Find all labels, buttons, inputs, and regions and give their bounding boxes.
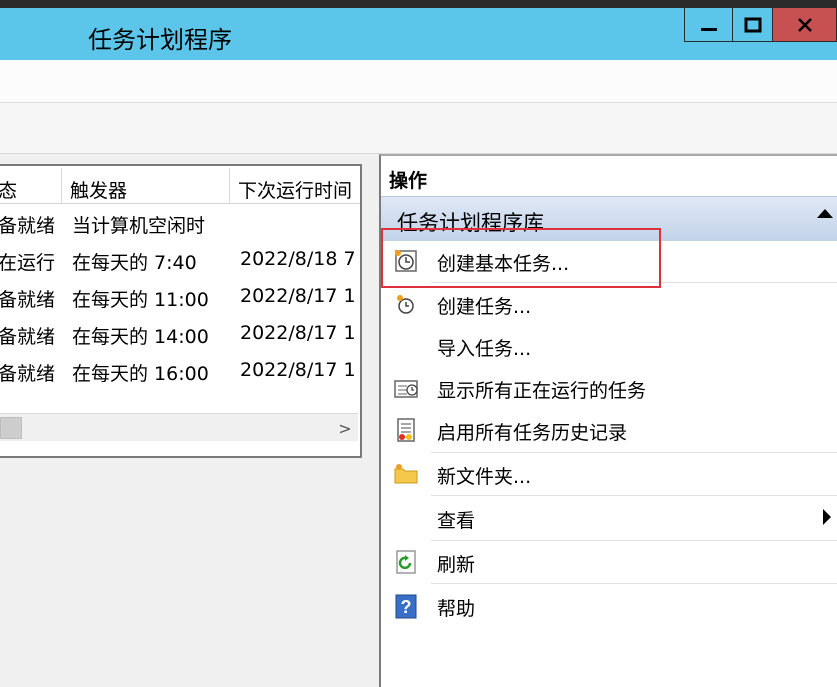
highlight-box xyxy=(381,228,661,288)
column-header-next-run[interactable]: 下次运行时间 xyxy=(230,168,360,204)
submenu-arrow-icon xyxy=(823,509,831,525)
toolbar xyxy=(0,103,837,154)
running-tasks-icon xyxy=(394,380,418,398)
action-label: 刷新 xyxy=(437,554,476,576)
task-status: 备就绪 xyxy=(0,326,56,348)
task-trigger: 在每天的 14:00 xyxy=(72,326,209,348)
task-next-run: 2022/8/18 7 xyxy=(240,248,356,270)
create-task-icon xyxy=(397,295,414,314)
task-status: 备就绪 xyxy=(0,363,56,385)
title-bar[interactable]: 任务计划程序 xyxy=(0,8,837,60)
table-row[interactable]: 备就绪 在每天的 11:00 2022/8/17 1 xyxy=(0,278,360,315)
close-button[interactable] xyxy=(772,8,837,42)
table-row[interactable]: 备就绪 在每天的 16:00 2022/8/17 1 xyxy=(0,352,360,389)
task-next-run: 2022/8/17 1 xyxy=(240,285,356,307)
horizontal-scrollbar[interactable]: > xyxy=(0,413,358,441)
actions-pane-title: 操作 xyxy=(389,170,428,192)
maximize-button[interactable] xyxy=(732,8,774,42)
table-row[interactable]: 备就绪 当计算机空闲时 xyxy=(0,204,360,241)
task-status: 在运行 xyxy=(0,252,56,274)
table-row[interactable]: 在运行 在每天的 7:40 2022/8/18 7 xyxy=(0,241,360,278)
action-new-folder[interactable]: 新文件夹... xyxy=(381,453,837,495)
help-icon: ? xyxy=(395,594,417,619)
action-refresh[interactable]: 刷新 xyxy=(381,541,837,583)
action-create-task[interactable]: 创建任务... xyxy=(381,283,837,325)
separator xyxy=(431,495,837,496)
action-label: 创建任务... xyxy=(437,296,532,318)
task-trigger: 在每天的 11:00 xyxy=(72,289,209,311)
action-label: 导入任务... xyxy=(437,338,532,360)
close-icon xyxy=(797,17,812,32)
window-title: 任务计划程序 xyxy=(88,26,232,54)
action-enable-history[interactable]: 启用所有任务历史记录 xyxy=(381,409,837,451)
action-help[interactable]: ? 帮助 xyxy=(381,585,837,627)
task-list[interactable]: 态 触发器 下次运行时间 备就绪 当计算机空闲时 在运行 在每天的 7:40 2… xyxy=(0,164,362,458)
action-label: 查看 xyxy=(437,510,476,532)
svg-text:?: ? xyxy=(401,597,412,617)
minimize-button[interactable] xyxy=(684,8,734,42)
column-header-status[interactable]: 态 xyxy=(0,168,62,204)
action-label: 新文件夹... xyxy=(437,466,532,488)
folder-icon xyxy=(394,464,418,484)
scrollbar-thumb[interactable] xyxy=(0,417,22,439)
task-status: 备就绪 xyxy=(0,289,56,311)
action-view[interactable]: 查看 xyxy=(381,497,837,539)
table-row[interactable]: 备就绪 在每天的 14:00 2022/8/17 1 xyxy=(0,315,360,352)
history-icon xyxy=(397,418,415,442)
collapse-arrow-icon[interactable] xyxy=(817,209,833,218)
task-next-run: 2022/8/17 1 xyxy=(240,359,356,381)
separator xyxy=(431,583,837,584)
top-edge xyxy=(0,0,837,8)
task-next-run: 2022/8/17 1 xyxy=(240,322,356,344)
refresh-icon xyxy=(396,550,416,574)
task-status: 备就绪 xyxy=(0,215,56,237)
task-trigger: 当计算机空闲时 xyxy=(72,215,206,237)
action-label: 帮助 xyxy=(437,598,476,620)
maximize-icon xyxy=(744,17,762,32)
task-trigger: 在每天的 7:40 xyxy=(72,252,197,274)
scroll-right-button[interactable]: > xyxy=(334,416,356,440)
action-label: 启用所有任务历史记录 xyxy=(437,422,628,444)
task-trigger: 在每天的 16:00 xyxy=(72,363,209,385)
minimize-icon xyxy=(701,27,717,31)
action-label: 显示所有正在运行的任务 xyxy=(437,380,647,402)
action-import-task[interactable]: 导入任务... xyxy=(381,325,837,367)
column-header-trigger[interactable]: 触发器 xyxy=(62,168,230,204)
action-show-running-tasks[interactable]: 显示所有正在运行的任务 xyxy=(381,367,837,409)
menu-bar xyxy=(0,60,837,103)
